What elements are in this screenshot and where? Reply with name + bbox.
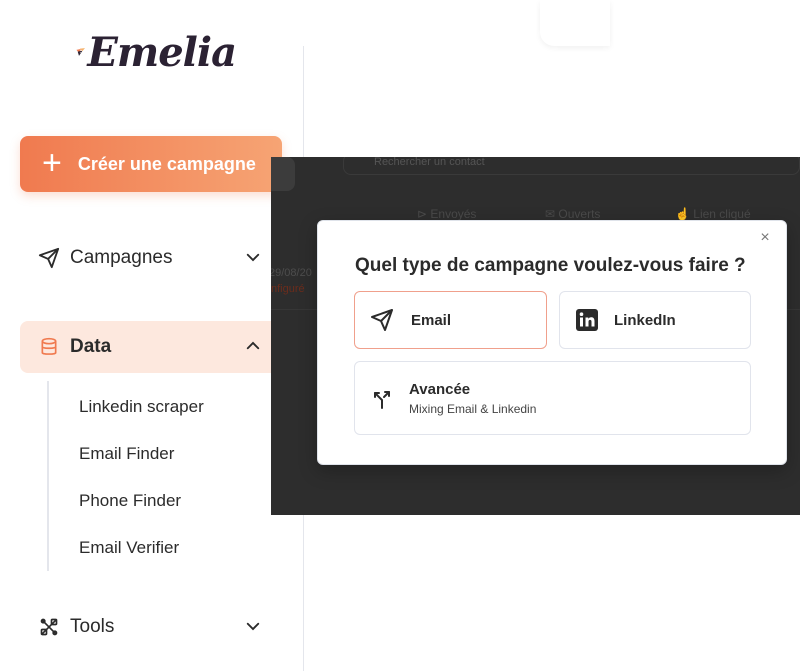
- plus-icon: +: [42, 143, 62, 182]
- submenu-item-email-finder[interactable]: Email Finder: [79, 444, 174, 464]
- sidebar-item-campagnes[interactable]: Campagnes: [20, 232, 282, 284]
- sidebar-item-label: Data: [70, 336, 112, 357]
- send-icon: [369, 307, 395, 333]
- chevron-down-icon[interactable]: [244, 248, 262, 266]
- option-label: Avancée: [409, 380, 471, 398]
- option-subtitle: Mixing Email & Linkedin: [409, 401, 537, 416]
- sidebar-item-data[interactable]: Data: [20, 321, 282, 373]
- linkedin-icon: [574, 307, 600, 333]
- close-icon[interactable]: ×: [758, 230, 772, 246]
- column-header-ouverts: ✉ Ouverts: [545, 207, 601, 221]
- logo-mark-icon: [76, 48, 85, 56]
- row-date: 29/08/20: [271, 267, 312, 279]
- submenu-item-phone-finder[interactable]: Phone Finder: [79, 491, 181, 511]
- sidebar-item-label: Campagnes: [70, 247, 173, 268]
- logo-wordmark: Emelia: [87, 28, 237, 76]
- tools-icon: [38, 616, 60, 638]
- sidebar-item-label: Tools: [70, 616, 115, 637]
- campaign-type-email-option[interactable]: Email: [354, 291, 547, 349]
- database-icon: [38, 336, 60, 358]
- sidebar-item-tools[interactable]: Tools: [20, 601, 282, 653]
- chevron-down-icon[interactable]: [244, 617, 262, 635]
- split-arrows-icon: [369, 385, 395, 411]
- campaign-type-linkedin-option[interactable]: LinkedIn: [559, 291, 751, 349]
- option-label: Email: [411, 311, 452, 329]
- column-header-envoyes: ⊳ Envoyés: [417, 207, 477, 221]
- contact-search-input: Rechercher un contact: [343, 157, 800, 175]
- send-icon: [38, 247, 60, 269]
- submenu-item-email-verifier[interactable]: Email Verifier: [79, 538, 179, 558]
- chevron-up-icon[interactable]: [244, 337, 262, 355]
- option-text: Avancée Mixing Email & Linkedin: [409, 381, 536, 416]
- submenu-item-linkedin-scraper[interactable]: Linkedin scraper: [79, 397, 204, 417]
- option-label: LinkedIn: [614, 311, 676, 329]
- sidebar: Emelia + Créer une campagne Campagnes Da…: [0, 0, 304, 671]
- column-header-lien-clique: ☝ Lien cliqué: [675, 207, 751, 221]
- campaign-type-modal: × Quel type de campagne voulez-vous fair…: [317, 220, 787, 465]
- data-submenu: Linkedin scraper Email Finder Phone Find…: [47, 381, 267, 571]
- top-card: [540, 0, 610, 46]
- contact-search-placeholder: Rechercher un contact: [374, 157, 485, 168]
- modal-title: Quel type de campagne voulez-vous faire …: [355, 255, 746, 276]
- create-campaign-label: Créer une campagne: [77, 153, 256, 174]
- row-status: nfiguré: [271, 283, 305, 295]
- create-campaign-button[interactable]: + Créer une campagne: [20, 136, 282, 192]
- emelia-logo[interactable]: Emelia: [76, 22, 237, 82]
- create-campaign-button-dimmed: [271, 157, 295, 191]
- campaign-type-advanced-option[interactable]: Avancée Mixing Email & Linkedin: [354, 361, 751, 435]
